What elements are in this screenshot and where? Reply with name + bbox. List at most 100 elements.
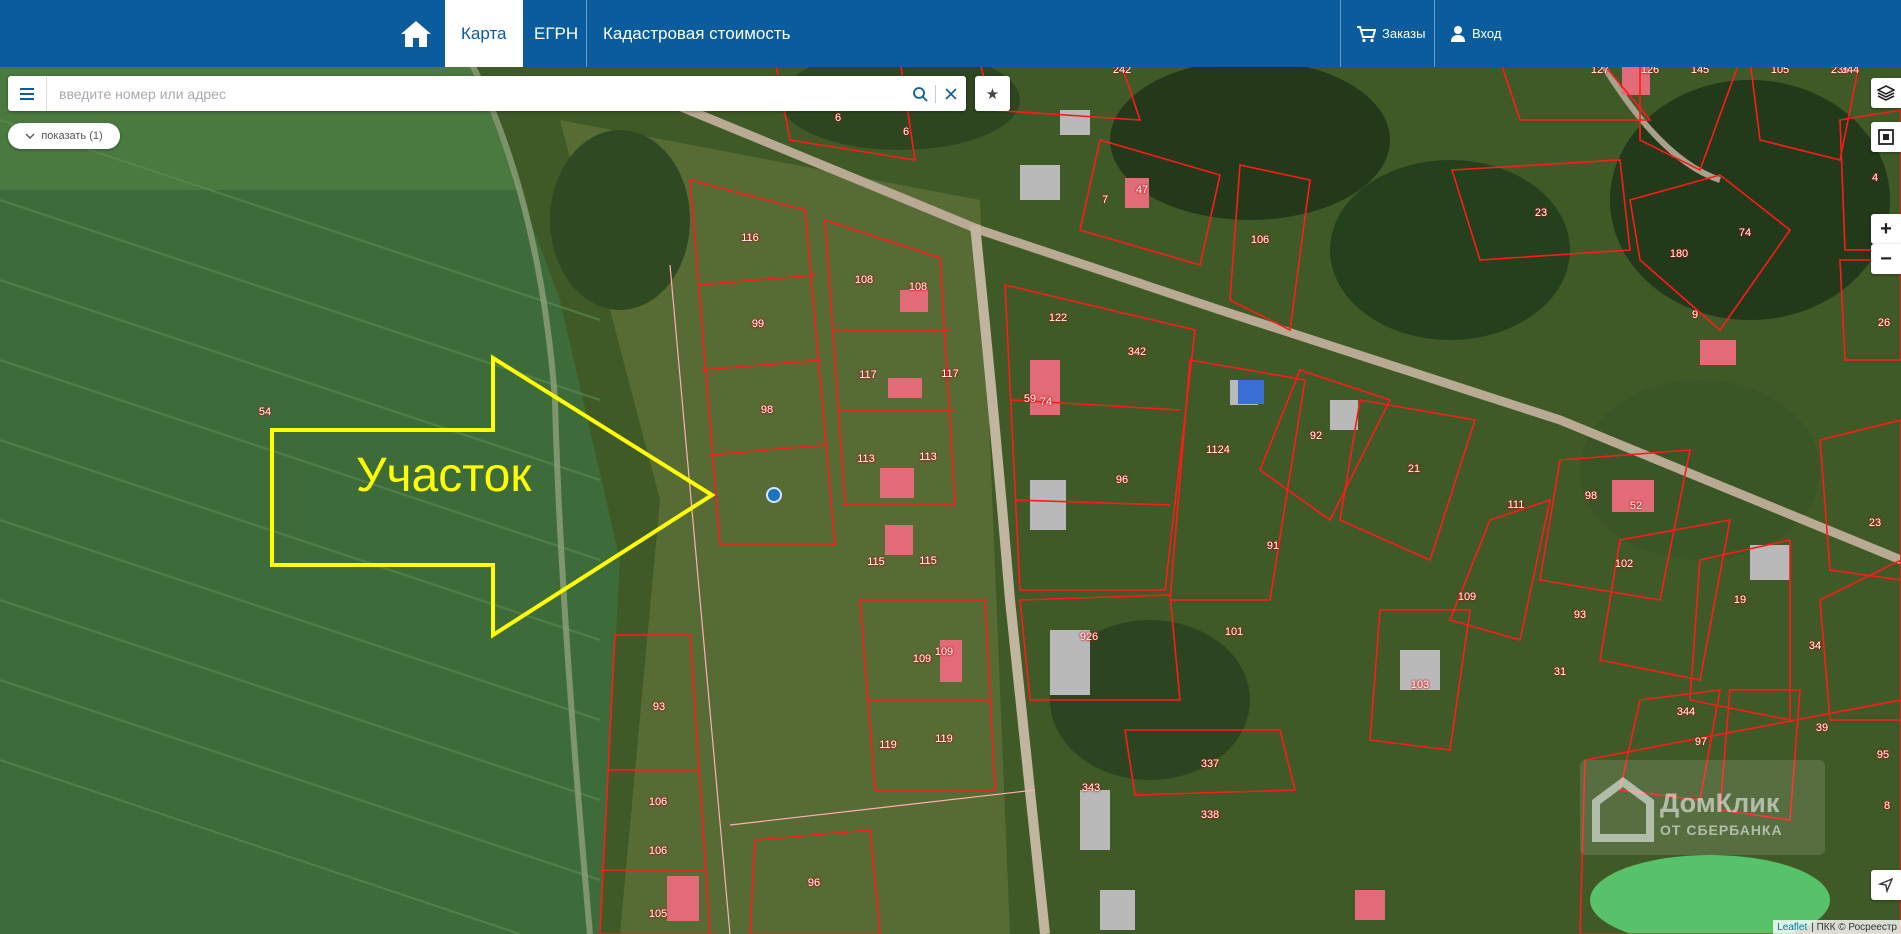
search-bar	[8, 76, 966, 111]
hamburger-menu-icon	[20, 87, 34, 100]
parcel-number-label[interactable]: 109	[935, 646, 953, 658]
parcel-number-label[interactable]: 113	[919, 451, 937, 463]
parcel-marker[interactable]	[766, 487, 782, 503]
domclick-logo-icon	[1592, 777, 1654, 842]
zoom-in-button[interactable]: +	[1871, 214, 1901, 244]
parcel-number-label[interactable]: 108	[909, 281, 927, 293]
parcel-number-label[interactable]: 101	[1225, 626, 1243, 638]
parcel-number-label[interactable]: 91	[1267, 540, 1279, 552]
parcel-number-label[interactable]: 117	[941, 368, 959, 380]
map-attribution: Leaflet | ПКК © Росреестр	[1773, 920, 1901, 934]
close-icon	[945, 87, 957, 100]
parcel-number-label[interactable]: 926	[1080, 631, 1098, 643]
parcel-number-label[interactable]: 111	[1508, 499, 1525, 511]
user-icon	[1451, 25, 1465, 42]
parcel-number-label[interactable]: 92	[1310, 430, 1322, 442]
star-icon: ★	[985, 85, 1000, 103]
parcel-number-label[interactable]: 52	[1630, 500, 1642, 512]
parcel-number-label[interactable]: 6	[835, 112, 841, 124]
select-area-icon	[1878, 129, 1894, 145]
parcel-number-label[interactable]: 115	[919, 555, 937, 567]
parcel-number-label[interactable]: 106	[649, 845, 667, 857]
parcel-number-label[interactable]: 98	[761, 404, 773, 416]
parcel-number-label[interactable]: 96	[808, 877, 820, 889]
parcel-number-label[interactable]: 106	[1251, 234, 1269, 246]
navigation-arrow-icon	[1878, 877, 1894, 893]
parcel-number-label[interactable]: 117	[859, 369, 877, 381]
parcel-number-label[interactable]: 338	[1201, 809, 1219, 821]
parcel-number-label[interactable]: 119	[879, 739, 897, 751]
parcel-number-label[interactable]: 95	[1877, 749, 1889, 761]
parcel-number-label[interactable]: 6	[903, 126, 909, 138]
parcel-number-label[interactable]: 337	[1201, 758, 1219, 770]
parcel-number-label[interactable]: 8	[1884, 800, 1890, 812]
zoom-out-button[interactable]: −	[1871, 244, 1901, 274]
orders-button[interactable]: Заказы	[1356, 0, 1425, 67]
layers-button[interactable]	[1871, 78, 1901, 108]
parcel-number-label[interactable]: 105	[649, 908, 667, 920]
parcel-number-label[interactable]: 59	[1024, 393, 1036, 405]
parcel-number-label[interactable]: 343	[1082, 782, 1100, 794]
tab-egrn[interactable]: ЕГРН	[518, 0, 594, 67]
locate-button[interactable]	[1871, 870, 1901, 900]
parcel-number-label[interactable]: 102	[1615, 558, 1633, 570]
parcel-number-label[interactable]: 47	[1136, 184, 1148, 196]
parcel-number-label[interactable]: 31	[1554, 666, 1566, 678]
parcel-number-label[interactable]: 344	[1677, 706, 1695, 718]
attribution-text: | ПКК © Росреестр	[1811, 921, 1897, 933]
parcel-number-label[interactable]: 106	[649, 796, 667, 808]
domclick-watermark: ДомКлик ОТ СБЕРБАНКА	[1580, 760, 1825, 855]
parcel-number-label[interactable]: 23	[1535, 207, 1547, 219]
favorites-button[interactable]: ★	[975, 76, 1010, 111]
parcel-number-label[interactable]: 113	[857, 453, 875, 465]
login-button[interactable]: Вход	[1450, 0, 1501, 67]
parcel-number-label[interactable]: 98	[1585, 490, 1597, 502]
parcel-number-label[interactable]: 109	[913, 653, 931, 665]
parcel-number-label[interactable]: 116	[741, 232, 759, 244]
parcel-number-label[interactable]: 122	[1049, 312, 1067, 324]
parcel-number-label[interactable]: 23	[1869, 517, 1881, 529]
tab-cadastral-value[interactable]: Кадастровая стоимость	[587, 0, 806, 67]
home-button[interactable]	[396, 14, 436, 54]
watermark-line2: ОТ СБЕРБАНКА	[1660, 822, 1783, 838]
parcel-number-label[interactable]: 108	[855, 274, 873, 286]
show-results-toggle[interactable]: показать (1)	[8, 123, 120, 149]
search-button[interactable]	[905, 76, 935, 111]
cart-icon	[1357, 25, 1376, 42]
parcel-number-label[interactable]: 119	[935, 733, 953, 745]
parcel-number-label[interactable]: 7	[1102, 194, 1108, 206]
parcel-number-label[interactable]: 26	[1878, 317, 1890, 329]
menu-button[interactable]	[8, 76, 47, 111]
parcel-number-label[interactable]: 342	[1128, 346, 1146, 358]
parcel-annotation-label: Участок	[356, 449, 532, 502]
parcel-number-label[interactable]: 1124	[1206, 444, 1230, 456]
clear-search-button[interactable]	[936, 76, 966, 111]
parcel-number-label[interactable]: 74	[1040, 396, 1052, 408]
parcel-number-label[interactable]: 4	[1872, 172, 1878, 184]
parcel-number-label[interactable]: 103	[1411, 679, 1429, 691]
leaflet-link[interactable]: Leaflet	[1777, 922, 1807, 933]
home-icon	[401, 21, 431, 47]
parcel-number-label[interactable]: 54	[259, 406, 271, 418]
selection-tool-button[interactable]	[1871, 122, 1901, 152]
map-view[interactable]: Участок 6 6 116 108 108 99 117 117 98 113 113 115 11…	[0, 0, 1901, 934]
parcel-number-label[interactable]: 21	[1408, 463, 1420, 475]
parcel-number-label[interactable]: 180	[1670, 248, 1688, 260]
parcel-number-label[interactable]: 99	[752, 318, 764, 330]
parcel-number-label[interactable]: 115	[867, 556, 885, 568]
parcel-number-label[interactable]: 96	[1116, 474, 1128, 486]
parcel-number-label[interactable]: 9	[1692, 309, 1698, 321]
nav-divider	[1434, 0, 1435, 67]
search-icon	[913, 86, 928, 102]
parcel-number-label[interactable]: 93	[1574, 609, 1586, 621]
chevron-down-icon	[25, 133, 35, 139]
parcel-number-label[interactable]: 39	[1816, 722, 1828, 734]
parcel-number-label[interactable]: 97	[1695, 736, 1707, 748]
parcel-number-label[interactable]: 19	[1734, 594, 1746, 606]
parcel-number-label[interactable]: 109	[1458, 591, 1476, 603]
parcel-number-label[interactable]: 34	[1809, 640, 1821, 652]
parcel-number-label[interactable]: 93	[653, 701, 665, 713]
parcel-number-label[interactable]: 74	[1739, 227, 1751, 239]
tab-map[interactable]: Карта	[445, 0, 523, 67]
search-input[interactable]	[47, 84, 905, 103]
